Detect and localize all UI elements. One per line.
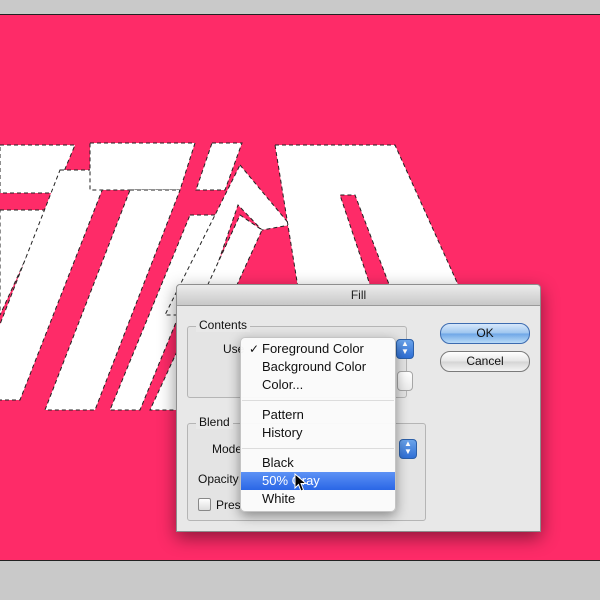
menu-item-foreground-color[interactable]: ✓ Foreground Color (241, 340, 395, 358)
menu-item-label: Color... (262, 377, 304, 392)
mode-popup-stepper[interactable]: ▲ ▼ (399, 439, 417, 459)
dialog-title: Fill (177, 285, 540, 306)
menu-item-color[interactable]: Color... (241, 376, 395, 394)
cancel-button[interactable]: Cancel (440, 351, 530, 372)
menu-item-50-gray[interactable]: 50% Gray (241, 472, 395, 490)
ok-button[interactable]: OK (440, 323, 530, 344)
menu-item-label: Black (262, 455, 294, 470)
menu-item-label: History (262, 425, 303, 440)
preserve-label: Pres (216, 498, 241, 512)
menu-item-label: Foreground Color (262, 341, 364, 356)
menu-item-label: Pattern (262, 407, 304, 422)
menu-item-history[interactable]: History (241, 424, 395, 442)
use-popup-stepper[interactable]: ▲ ▼ (396, 339, 414, 359)
custom-pattern-popup[interactable] (397, 371, 413, 391)
menu-item-label: Background Color (262, 359, 367, 374)
menu-item-black[interactable]: Black (241, 454, 395, 472)
menu-item-label: 50% Gray (262, 473, 320, 488)
use-dropdown-menu: ✓ Foreground Color Background Color Colo… (240, 337, 396, 512)
menu-item-label: White (262, 491, 296, 506)
menu-item-pattern[interactable]: Pattern (241, 406, 395, 424)
mouse-pointer-icon (294, 473, 308, 492)
mode-label: Mode (212, 442, 243, 456)
preserve-transparency-checkbox[interactable] (198, 498, 211, 511)
checkmark-icon: ✓ (249, 342, 260, 356)
menu-separator (242, 400, 394, 401)
menu-item-white[interactable]: White (241, 490, 395, 508)
menu-separator (242, 448, 394, 449)
menu-item-background-color[interactable]: Background Color (241, 358, 395, 376)
contents-legend: Contents (196, 318, 251, 332)
opacity-label: Opacity (198, 472, 239, 486)
blending-legend: Blend (196, 415, 233, 429)
